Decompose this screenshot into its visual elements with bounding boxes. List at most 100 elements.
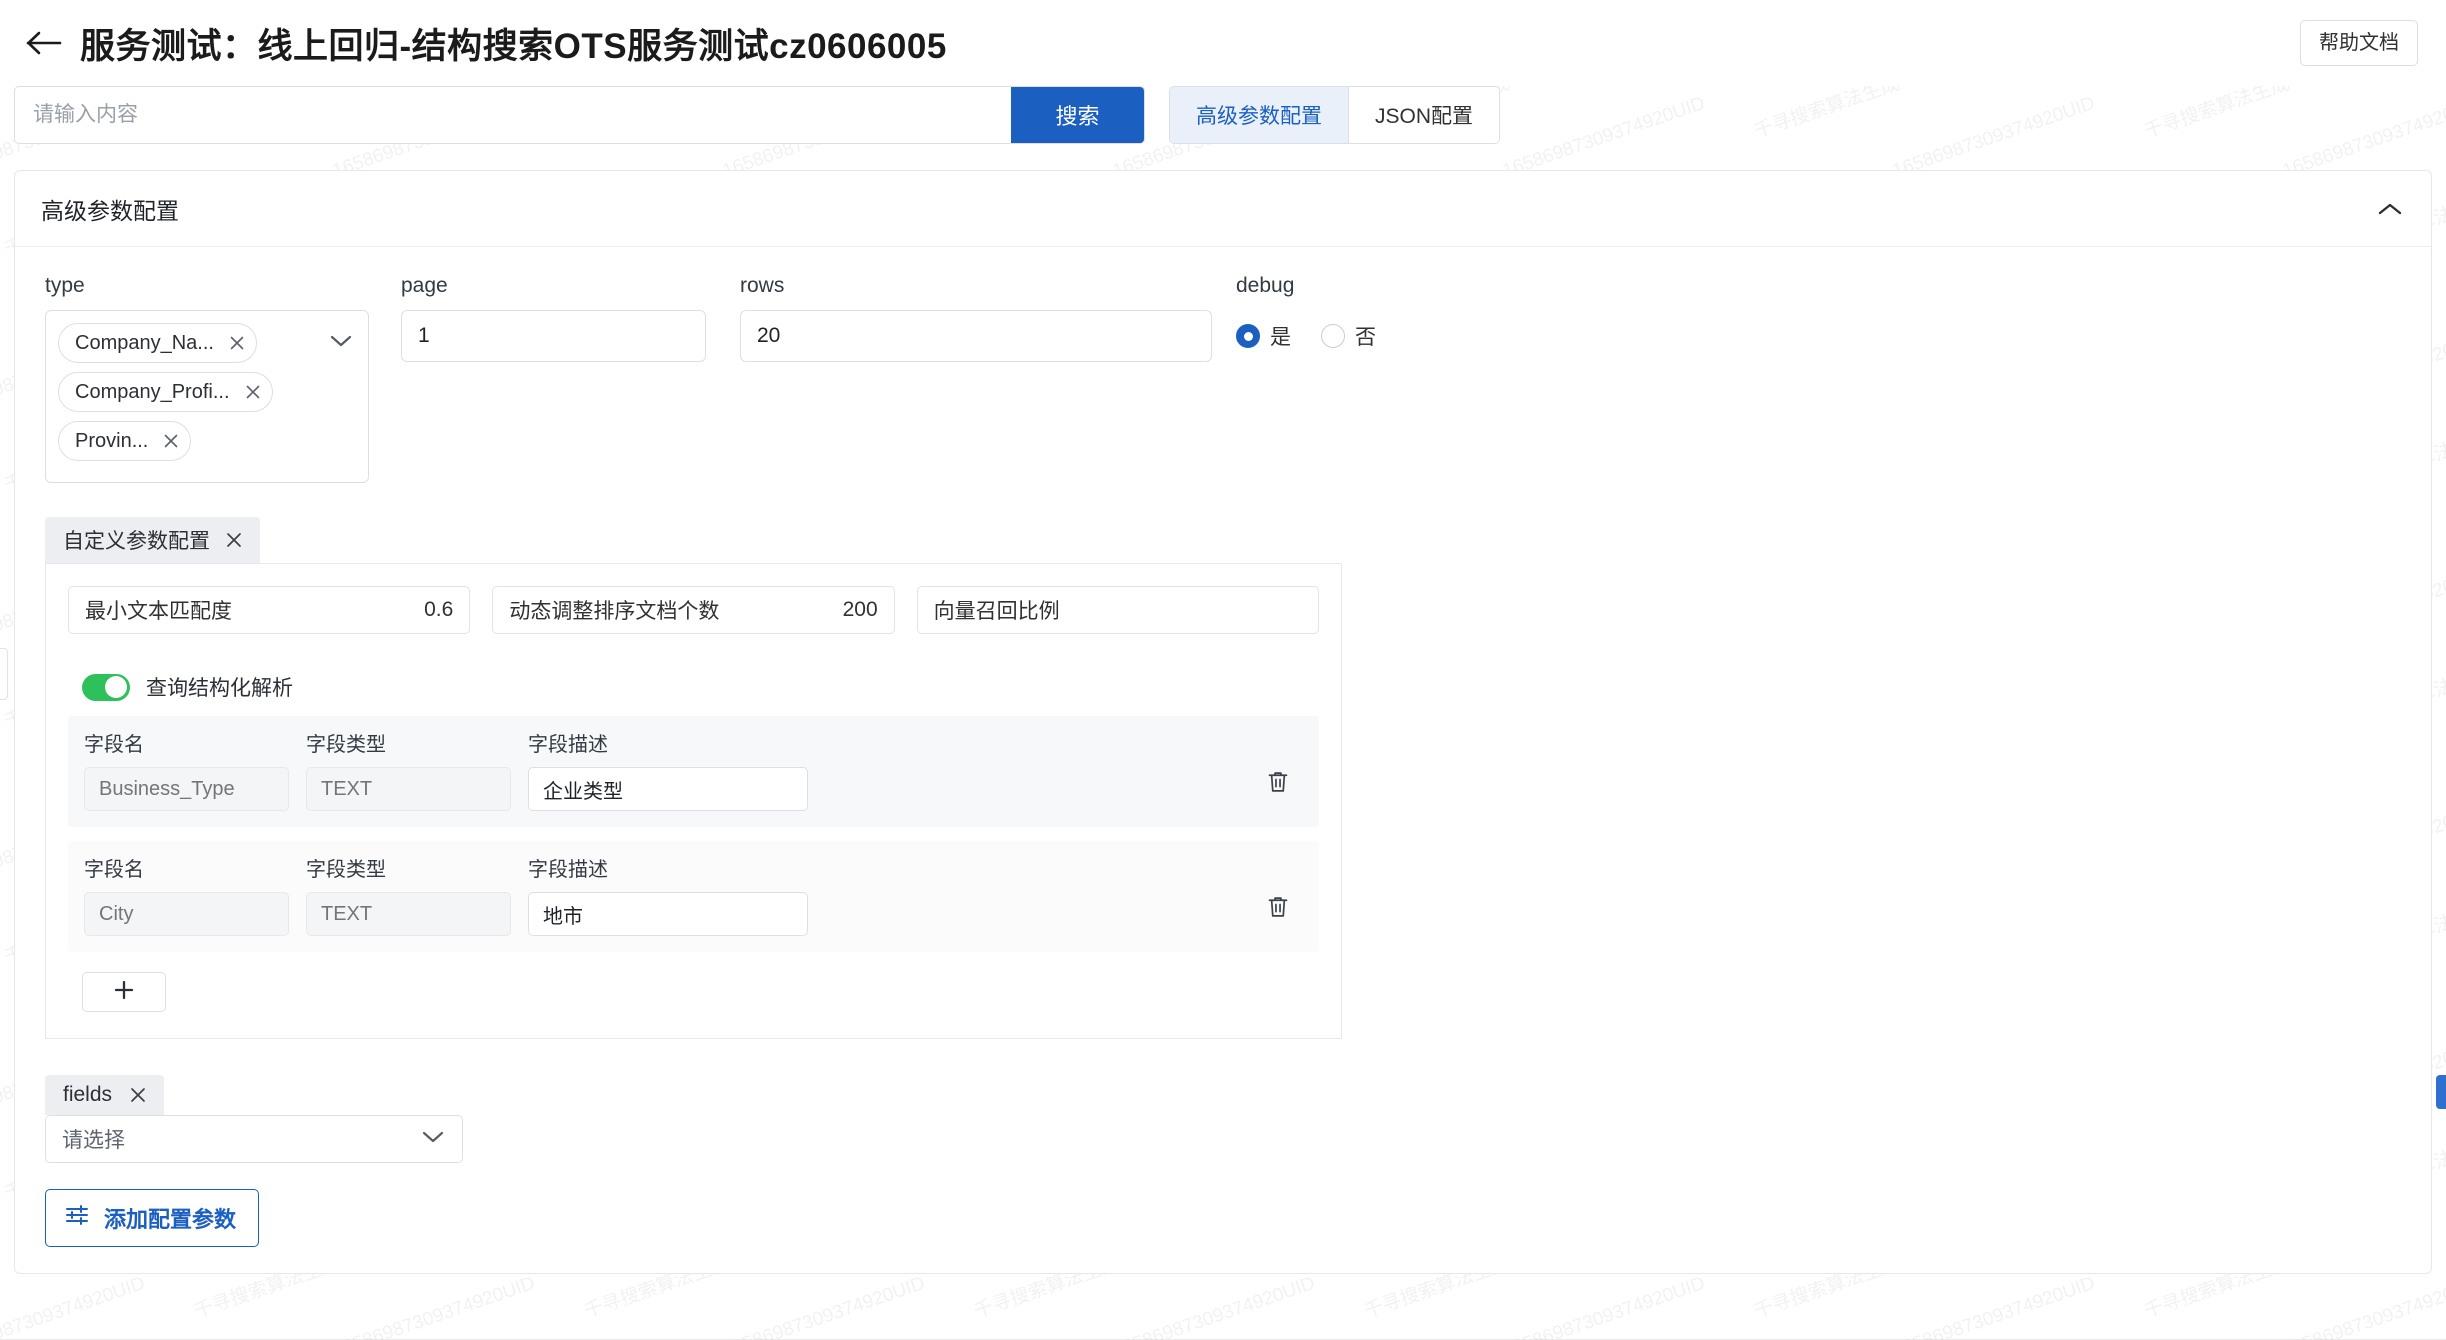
debug-radio-group: 是 否 [1236,310,1536,362]
back-arrow-icon[interactable] [22,21,66,65]
close-icon[interactable] [226,332,248,354]
struct-field-type: 字段类型 [306,853,511,937]
close-icon[interactable] [242,381,264,403]
trash-icon[interactable] [1261,890,1295,924]
struct-desc-input[interactable] [528,767,808,812]
param-type: type Company_Na... Company_Profi... Prov… [45,273,369,484]
close-icon[interactable] [160,430,182,452]
structured-parse-toggle-row: 查询结构化解析 [82,672,1319,702]
left-edge-handle[interactable] [0,648,8,700]
param-page-label: page [401,274,448,297]
struct-type-label: 字段类型 [306,734,386,757]
watermark-text: 16586987309374920UID [1110,1272,1318,1340]
trash-icon[interactable] [1261,765,1295,799]
param-rows-label: rows [740,274,785,297]
search-row: 搜索 高级参数配置 JSON配置 [0,86,2446,148]
struct-type-label: 字段类型 [306,859,386,882]
radio-checked-icon [1236,324,1260,349]
panel-title: 高级参数配置 [41,197,179,224]
param-debug-label: debug [1236,274,1295,297]
kv-box-min-text-match[interactable]: 最小文本匹配度 0.6 [68,586,471,635]
struct-field-type: 字段类型 [306,728,511,812]
watermark-text: 16586987309374920UID [720,1272,928,1340]
page-title: 服务测试：线上回归-结构搜索OTS服务测试cz0606005 [80,26,947,66]
config-mode-tabs: 高级参数配置 JSON配置 [1169,86,1501,144]
struct-type-input[interactable] [306,767,511,812]
fields-card: fields 请选择 [45,1075,2401,1164]
kv-key: 动态调整排序文档个数 [509,600,720,624]
structured-parse-toggle[interactable] [82,673,130,701]
watermark-text: 16586987309374920UID [1500,1272,1708,1340]
struct-field-desc: 字段描述 [528,728,808,812]
fields-select[interactable]: 请选择 [45,1115,463,1164]
panel-body: type Company_Na... Company_Profi... Prov… [15,247,2431,1273]
debug-radio-no[interactable]: 否 [1321,321,1376,351]
chevron-down-icon [328,333,354,354]
struct-field-name: 字段名 [84,728,289,812]
close-icon[interactable] [224,530,244,550]
panel-header: 高级参数配置 [15,171,2431,247]
type-multiselect[interactable]: Company_Na... Company_Profi... Provin... [45,310,369,484]
struct-field-row: 字段名 字段类型 字段描述 [68,716,1319,828]
help-doc-button[interactable]: 帮助文档 [2300,20,2418,66]
right-edge-handle[interactable] [2436,1075,2446,1109]
custom-param-card: 自定义参数配置 最小文本匹配度 0.6 动态调整排序文档个数 200 向量召回比… [45,517,2401,1040]
plus-icon [112,978,136,1007]
param-debug: debug 是 否 [1236,273,1536,362]
add-struct-row-button[interactable] [82,972,166,1013]
param-page: page [401,273,706,363]
search-box: 搜索 [14,86,1145,144]
fields-tab-label: fields [63,1083,113,1107]
struct-name-input[interactable] [84,767,289,812]
tab-advanced-config[interactable]: 高级参数配置 [1170,87,1349,143]
type-tag[interactable]: Provin... [58,421,192,462]
type-tag-label: Provin... [75,429,149,452]
structured-parse-label: 查询结构化解析 [146,677,293,701]
search-button[interactable]: 搜索 [1011,87,1144,143]
kv-key: 向量召回比例 [933,600,1060,624]
radio-unchecked-icon [1321,324,1345,349]
kv-value: 200 [842,598,878,622]
rows-input[interactable] [740,310,1212,363]
struct-field-name: 字段名 [84,853,289,937]
type-tag[interactable]: Company_Profi... [58,372,273,413]
type-tag[interactable]: Company_Na... [58,323,257,364]
struct-name-label: 字段名 [84,734,144,757]
add-config-param-button[interactable]: 添加配置参数 [45,1189,260,1248]
struct-row-actions [1261,765,1295,799]
advanced-config-panel: 高级参数配置 type Company_Na... Company_Profi.… [14,170,2432,1275]
base-param-grid: type Company_Na... Company_Profi... Prov… [45,273,2401,484]
struct-field-desc: 字段描述 [528,853,808,937]
search-input[interactable] [15,87,1011,143]
debug-radio-yes-label: 是 [1270,326,1291,350]
param-type-label: type [45,274,85,297]
watermark-text: 16586987309374920UID [1890,1272,2098,1340]
watermark-text: 16586987309374920UID [2280,1272,2446,1340]
tab-json-config[interactable]: JSON配置 [1349,87,1500,143]
page-input[interactable] [401,310,706,363]
kv-box-row: 最小文本匹配度 0.6 动态调整排序文档个数 200 向量召回比例 [68,586,1319,635]
watermark-text: 16586987309374920UID [330,1272,538,1340]
fields-tab[interactable]: fields [45,1075,165,1116]
struct-name-label: 字段名 [84,859,144,882]
fields-select-placeholder: 请选择 [62,1129,125,1153]
watermark-text: 16586987309374920UID [0,1272,148,1340]
kv-box-vector-recall-ratio[interactable]: 向量召回比例 [916,586,1319,635]
struct-type-input[interactable] [306,892,511,937]
type-tag-label: Company_Na... [75,331,214,354]
chevron-down-icon [420,1129,446,1150]
kv-box-dynamic-rank-docs[interactable]: 动态调整排序文档个数 200 [492,586,895,635]
struct-desc-input[interactable] [528,892,808,937]
debug-radio-yes[interactable]: 是 [1236,321,1291,351]
custom-param-tab[interactable]: 自定义参数配置 [45,517,260,564]
close-icon[interactable] [128,1085,148,1105]
type-tag-label: Company_Profi... [75,380,230,403]
struct-desc-label: 字段描述 [528,859,608,882]
struct-field-row: 字段名 字段类型 字段描述 [68,841,1319,953]
custom-param-body: 最小文本匹配度 0.6 动态调整排序文档个数 200 向量召回比例 查询结构化解… [45,563,1342,1040]
chevron-up-icon[interactable] [2377,201,2403,217]
kv-value: 0.6 [424,598,454,622]
page-header: 服务测试：线上回归-结构搜索OTS服务测试cz0606005 帮助文档 [0,0,2446,86]
custom-param-tab-label: 自定义参数配置 [63,530,210,554]
struct-name-input[interactable] [84,892,289,937]
